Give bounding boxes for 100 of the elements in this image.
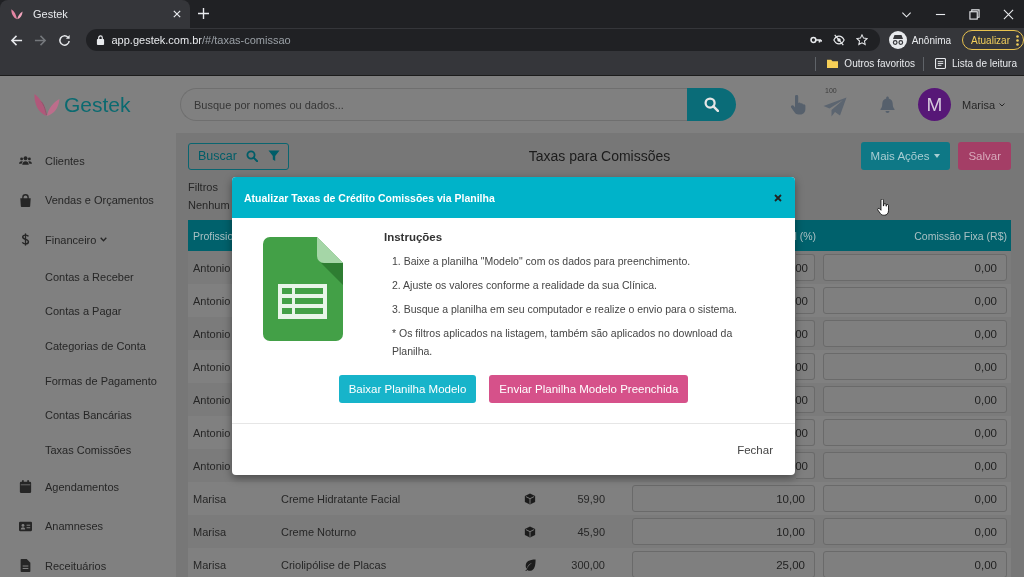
key-icon[interactable] xyxy=(809,34,822,46)
instructions-heading: Instruções xyxy=(384,230,443,245)
download-template-button[interactable]: Baixar Planilha Modelo xyxy=(338,375,477,403)
folder-icon xyxy=(827,58,839,69)
bookmark-item[interactable]: Lista de leitura xyxy=(934,58,1017,69)
fixed-commission-input[interactable]: 0,00 xyxy=(823,518,1007,545)
professional-cell: Antonio xyxy=(193,261,231,274)
reload-icon[interactable] xyxy=(58,33,71,47)
professional-cell: Antonio xyxy=(193,426,231,439)
percent-input[interactable]: 00 xyxy=(796,452,815,479)
butterfly-logo-icon xyxy=(34,92,60,117)
id-card-icon xyxy=(19,519,32,533)
close-tab-icon[interactable] xyxy=(173,10,181,18)
fixed-commission-input[interactable]: 0,00 xyxy=(823,386,1007,413)
percent-input[interactable]: 00 xyxy=(796,386,815,413)
price-cell: 300,00 xyxy=(571,558,605,571)
more-actions-button[interactable]: Mais Ações xyxy=(860,142,951,170)
star-icon[interactable] xyxy=(855,34,868,46)
new-tab-icon[interactable] xyxy=(198,8,209,19)
search-field[interactable]: Busque por nomes ou dados... xyxy=(180,88,687,121)
back-arrow-icon[interactable] xyxy=(10,33,23,47)
shopping-bag-icon xyxy=(19,193,32,207)
fixed-commission-input[interactable]: 0,00 xyxy=(823,254,1007,281)
fixed-commission-input[interactable]: 0,00 xyxy=(823,320,1007,347)
professional-cell: Marisa xyxy=(193,558,226,571)
professional-cell: Antonio xyxy=(193,393,231,406)
professional-cell: Antonio xyxy=(193,327,231,340)
fixed-commission-input[interactable]: 0,00 xyxy=(823,485,1007,512)
instruction-note: * Os filtros aplicados na listagem, também são aplicados no download da Planilha. xyxy=(392,326,734,359)
percent-input[interactable]: 00 xyxy=(796,320,815,347)
lock-icon xyxy=(95,35,105,45)
professional-cell: Marisa xyxy=(193,492,226,505)
professional-cell: Marisa xyxy=(193,525,226,538)
sidebar-item[interactable]: Anamneses xyxy=(0,506,176,547)
cube-icon xyxy=(524,525,536,538)
modal-title: Atualizar Taxas de Crédito Comissões via Planilha xyxy=(244,191,495,204)
butterfly-icon xyxy=(11,8,23,20)
percent-input[interactable]: 00 xyxy=(796,254,815,281)
avatar[interactable]: M xyxy=(918,88,951,121)
column-header: l (%) xyxy=(794,229,816,242)
percent-input[interactable]: 00 xyxy=(796,419,815,446)
eye-slash-icon[interactable] xyxy=(832,34,845,46)
instruction-step: 2. Ajuste os valores conforme a realidade da sua Clínica. xyxy=(392,276,756,294)
filters-value: Nenhum xyxy=(188,198,230,213)
page-title: Taxas para Comissões xyxy=(528,148,671,164)
url-text: app.gestek.com.br/#/taxas-comissao xyxy=(111,34,291,46)
professional-cell: Antonio xyxy=(193,294,231,307)
percent-input[interactable]: 10,00 xyxy=(632,518,815,545)
professional-cell: Antonio xyxy=(193,360,231,373)
close-button[interactable]: Fechar xyxy=(735,439,775,460)
sidebar-subitem[interactable]: Contas a Pagar xyxy=(0,294,176,329)
cube-icon xyxy=(524,492,536,505)
restore-icon[interactable] xyxy=(969,8,980,20)
price-cell: 59,90 xyxy=(577,492,605,505)
sidebar-subitem[interactable]: Contas Bancárias xyxy=(0,397,176,433)
dollar-icon xyxy=(19,233,32,247)
sidebar-item[interactable]: Clientes xyxy=(0,141,176,181)
sidebar-subitem[interactable]: Formas de Pagamento xyxy=(0,363,176,398)
fixed-commission-input[interactable]: 0,00 xyxy=(823,353,1007,380)
item-cell: Creme Noturno xyxy=(281,525,357,538)
item-cell: Creme Hidratante Facial xyxy=(281,492,401,505)
sidebar-item[interactable]: Agendamentos xyxy=(0,467,176,507)
file-icon xyxy=(19,559,32,573)
sidebar-subitem[interactable]: Taxas Comissões xyxy=(0,432,176,468)
spreadsheet-icon xyxy=(263,237,343,341)
chevron-down-icon xyxy=(999,102,1005,107)
logo-text: Gestek xyxy=(64,92,131,117)
save-button[interactable]: Salvar xyxy=(958,142,1011,170)
incognito-icon[interactable] xyxy=(888,31,907,49)
bookmark-item[interactable]: Outros favoritos xyxy=(827,58,915,69)
percent-input[interactable]: 00 xyxy=(796,287,815,314)
percent-input[interactable]: 00 xyxy=(796,353,815,380)
user-menu[interactable]: Marisa xyxy=(962,98,1005,111)
kebab-menu-icon[interactable] xyxy=(1016,34,1019,46)
close-icon[interactable] xyxy=(774,193,782,202)
sidebar-item[interactable]: Receituários xyxy=(0,546,176,577)
forward-arrow-icon[interactable] xyxy=(34,33,47,47)
profile-label: Anônima xyxy=(911,34,952,46)
column-header: Comissão Fixa (R$) xyxy=(914,229,1007,242)
address-bar[interactable]: app.gestek.com.br/#/taxas-comissao xyxy=(85,29,880,51)
percent-input[interactable]: 10,00 xyxy=(632,485,815,512)
search-button[interactable] xyxy=(687,88,736,121)
upload-template-button[interactable]: Enviar Planilha Modelo Preenchida xyxy=(489,375,689,403)
sidebar-subitem[interactable]: Contas a Receber xyxy=(0,259,176,295)
fixed-commission-input[interactable]: 0,00 xyxy=(823,551,1007,577)
search-icon xyxy=(246,150,258,162)
browser-tab[interactable]: Gestek xyxy=(0,0,190,28)
hand-cursor-icon xyxy=(877,199,890,216)
percent-input[interactable]: 25,00 xyxy=(632,551,815,577)
sidebar-item[interactable]: Financeiro xyxy=(0,220,176,260)
calendar-icon xyxy=(19,480,32,494)
fixed-commission-input[interactable]: 0,00 xyxy=(823,419,1007,446)
item-cell: Criolipólise de Placas xyxy=(281,558,387,571)
instruction-step: 1. Baixe a planilha "Modelo" com os dados para preenchimento. xyxy=(392,252,756,270)
fixed-commission-input[interactable]: 0,00 xyxy=(823,452,1007,479)
sidebar-subitem[interactable]: Categorias de Conta xyxy=(0,328,176,364)
caret-icon xyxy=(934,154,941,158)
fixed-commission-input[interactable]: 0,00 xyxy=(823,287,1007,314)
list-icon xyxy=(934,58,946,69)
sidebar-item[interactable]: Vendas e Orçamentos xyxy=(0,180,176,220)
